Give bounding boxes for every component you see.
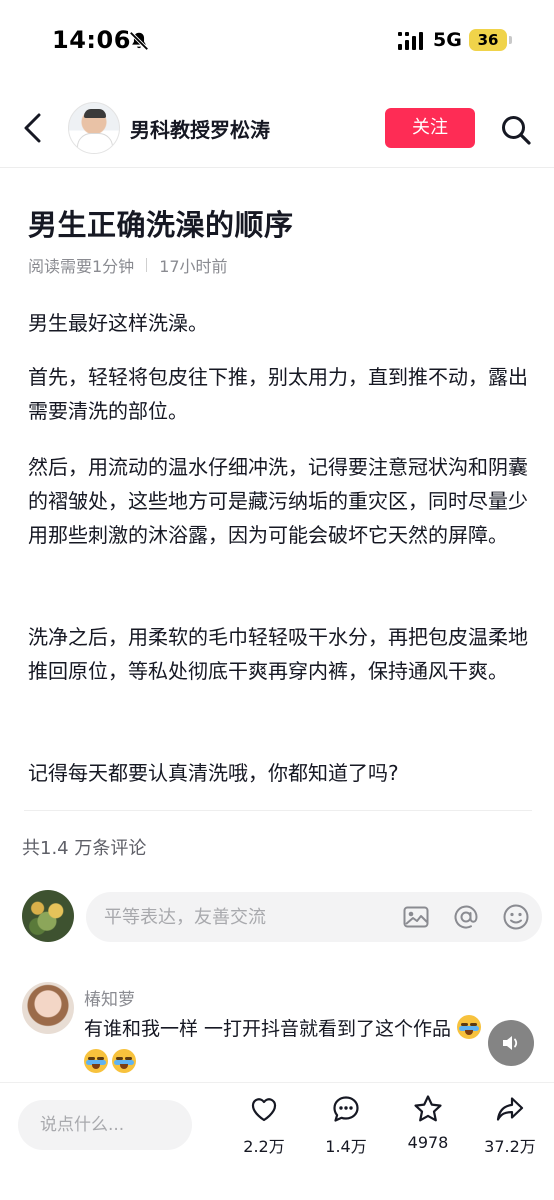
image-icon[interactable] (402, 903, 430, 931)
comment-body: 有谁和我一样 一打开抖音就看到了这个作品 (84, 1018, 452, 1040)
bell-off-icon (129, 31, 149, 51)
commenter-name[interactable]: 椿知萝 (84, 985, 135, 1010)
article-paragraph: 首先，轻轻将包皮往下推，别太用力，直到推不动，露出需要清洗的部位。 (28, 365, 528, 423)
post-time: 17小时前 (159, 257, 228, 276)
emoji-icon[interactable] (502, 903, 530, 931)
crying-laugh-emoji-icon (84, 1049, 108, 1073)
bottom-action-bar: 说点什么... 2.2万 1.4万 4978 37.2万 (0, 1082, 554, 1200)
follow-button[interactable]: 关注 (385, 108, 475, 148)
status-time: 14:06 (52, 26, 131, 54)
comment-bubble-icon (333, 1096, 359, 1122)
author-name[interactable]: 男科教授罗松涛 (130, 114, 270, 143)
sound-button[interactable] (488, 1020, 534, 1066)
network-label: 5G (433, 29, 462, 51)
comment-input-box[interactable] (86, 892, 542, 942)
star-icon (414, 1095, 442, 1122)
crying-laugh-emoji-icon (112, 1049, 136, 1073)
share-arrow-icon (496, 1097, 524, 1121)
comment-action[interactable]: 1.4万 (311, 1093, 381, 1173)
back-chevron-icon[interactable] (20, 112, 46, 144)
heart-icon (251, 1098, 277, 1122)
comment-text: 有谁和我一样 一打开抖音就看到了这个作品 (84, 1012, 524, 1080)
current-user-avatar (22, 890, 74, 942)
author-avatar[interactable] (68, 102, 120, 154)
collect-action[interactable]: 4978 (393, 1093, 463, 1173)
content-divider (24, 810, 532, 811)
search-icon[interactable] (500, 114, 532, 146)
comment-input[interactable] (104, 892, 394, 942)
article-paragraph: 洗净之后，用柔软的毛巾轻轻吸干水分，再把包皮温柔地推回原位，等私处彻底干爽再穿内… (28, 625, 528, 683)
comment-count: 共1.4 万条评论 (22, 838, 147, 859)
like-count: 2.2万 (243, 1137, 285, 1156)
crying-laugh-emoji-icon (457, 1015, 482, 1039)
comment-count-bottom: 1.4万 (325, 1137, 367, 1156)
collect-count: 4978 (407, 1133, 449, 1152)
say-something-input[interactable]: 说点什么... (18, 1100, 192, 1150)
meta-divider (146, 258, 148, 272)
article-header: 男科教授罗松涛 关注 (0, 90, 554, 168)
battery-level: 36 (477, 31, 499, 49)
avatar-coat (77, 133, 113, 153)
battery-cap (509, 36, 512, 44)
signal-icon (398, 32, 423, 50)
share-count: 37.2万 (484, 1137, 536, 1156)
commenter-avatar[interactable] (22, 982, 74, 1034)
article-paragraph: 记得每天都要认真清洗哦，你都知道了吗? (28, 761, 399, 785)
share-action[interactable]: 37.2万 (475, 1093, 545, 1173)
article-title: 男生正确洗澡的顺序 (28, 208, 294, 242)
like-action[interactable]: 2.2万 (229, 1093, 299, 1173)
battery-icon: 36 (469, 29, 507, 51)
article-meta: 阅读需要1分钟 17小时前 (28, 253, 228, 277)
avatar-hair (84, 109, 106, 118)
speaker-icon (503, 1036, 518, 1050)
article-paragraph: 然后，用流动的温水仔细冲洗，记得要注意冠状沟和阴囊的褶皱处，这些地方可是藏污纳垢… (28, 455, 528, 547)
article-paragraph: 男生最好这样洗澡。 (28, 311, 208, 335)
read-time: 阅读需要1分钟 (28, 257, 135, 276)
at-icon[interactable] (452, 903, 480, 931)
status-bar: 14:06 5G 36 (0, 0, 554, 84)
